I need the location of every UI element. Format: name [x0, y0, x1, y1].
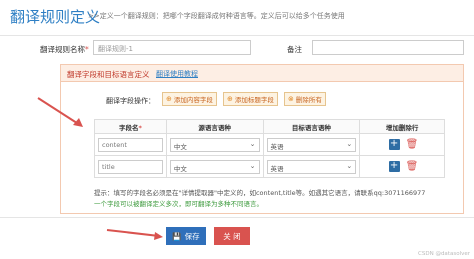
- column-header-target: 目标语言语种: [262, 119, 361, 134]
- source-lang-select[interactable]: 中文 ⌄: [169, 137, 260, 152]
- chevron-down-icon: ⌄: [249, 139, 256, 148]
- panel-title: 翻译字段和目标语言定义: [67, 70, 150, 79]
- fields-table: 字段名* 源语言语种 目标语言语种 增加删除行 content 中文 ⌄ 英语 ⌄ …: [94, 119, 445, 178]
- add-row-icon[interactable]: +: [388, 161, 400, 172]
- rule-name-label-text: 翻译规则名称: [40, 45, 85, 54]
- remark-label: 备注: [287, 45, 302, 54]
- rule-name-input[interactable]: 翻译规则-1: [93, 40, 251, 55]
- source-lang-value: 中文: [173, 164, 187, 173]
- table-row: content 中文 ⌄ 英语 ⌄ + 🗑: [94, 133, 445, 156]
- delete-all-label: 删除所有: [295, 96, 322, 104]
- close-button[interactable]: 关 闭: [214, 227, 250, 245]
- delete-row-icon[interactable]: 🗑: [406, 139, 419, 151]
- tip-text-secondary: 一个字段可以被翻译定义多次，即可翻译为多种不同语言。: [94, 200, 263, 208]
- page-title: 翻译规则定义: [10, 8, 101, 26]
- target-lang-select[interactable]: 英语 ⌄: [266, 137, 357, 152]
- add-title-field-label: 添加标题字段: [234, 96, 274, 104]
- save-button-label: 保存: [184, 231, 200, 241]
- delete-row-icon[interactable]: 🗑: [406, 161, 419, 173]
- field-name-input[interactable]: content: [98, 137, 163, 152]
- chevron-down-icon: ⌄: [249, 161, 256, 170]
- target-lang-value: 英语: [270, 164, 284, 173]
- annotation-arrow-save: [106, 229, 163, 240]
- rule-name-label: 翻译规则名称*: [40, 44, 89, 55]
- add-title-field-button[interactable]: ⊕ 添加标题字段: [223, 92, 278, 106]
- plus-icon: ⊕: [166, 95, 172, 103]
- table-header-row: 字段名* 源语言语种 目标语言语种 增加删除行: [94, 119, 445, 134]
- panel-header: 翻译字段和目标语言定义 翻译使用教程: [61, 65, 463, 82]
- translate-fields-panel: 翻译字段和目标语言定义 翻译使用教程 翻译字段操作： ⊕ 添加内容字段 ⊕ 添加…: [60, 64, 464, 214]
- annotation-arrow-table: [37, 97, 83, 127]
- operation-label: 翻译字段操作：: [106, 97, 155, 105]
- tip-text: 提示：填写的字段名必须是在"详情提取器"中定义的，如content,title等…: [94, 189, 426, 197]
- save-icon: 💾: [172, 231, 182, 241]
- required-mark: *: [85, 45, 89, 54]
- column-header-field-label: 字段名: [118, 123, 139, 132]
- chevron-down-icon: ⌄: [346, 139, 353, 148]
- trash-icon: ⊗: [288, 95, 294, 103]
- target-lang-select[interactable]: 英语 ⌄: [266, 159, 357, 174]
- required-mark: *: [138, 123, 142, 132]
- row-actions: + 🗑: [363, 161, 441, 173]
- table-row: title 中文 ⌄ 英语 ⌄ + 🗑: [94, 155, 445, 178]
- page-header: 翻译规则定义 >>定义一个翻译规则：把哪个字段翻译成何种语言等。定义后可以给多个…: [0, 0, 474, 36]
- column-header-actions: 增加删除行: [359, 119, 445, 134]
- page-description: >>定义一个翻译规则：把哪个字段翻译成何种语言等。定义后可以给多个任务使用: [88, 12, 345, 20]
- chevron-down-icon: ⌄: [346, 161, 353, 170]
- source-lang-select[interactable]: 中文 ⌄: [169, 159, 260, 174]
- field-name-input[interactable]: title: [98, 159, 163, 174]
- add-content-field-label: 添加内容字段: [173, 96, 213, 104]
- column-header-source: 源语言语种: [165, 119, 264, 134]
- add-content-field-button[interactable]: ⊕ 添加内容字段: [162, 92, 217, 106]
- target-lang-value: 英语: [270, 142, 284, 151]
- delete-all-button[interactable]: ⊗ 删除所有: [284, 92, 326, 106]
- plus-icon: ⊕: [227, 95, 233, 103]
- remark-input[interactable]: [312, 40, 464, 55]
- watermark: CSDN @datasolver: [418, 251, 470, 257]
- source-lang-value: 中文: [173, 142, 187, 151]
- footer-divider: [0, 217, 474, 218]
- tutorial-link[interactable]: 翻译使用教程: [156, 69, 198, 79]
- column-header-field: 字段名*: [94, 119, 167, 134]
- row-actions: + 🗑: [363, 139, 441, 151]
- add-row-icon[interactable]: +: [388, 139, 400, 150]
- save-button[interactable]: 💾 保存: [166, 227, 206, 245]
